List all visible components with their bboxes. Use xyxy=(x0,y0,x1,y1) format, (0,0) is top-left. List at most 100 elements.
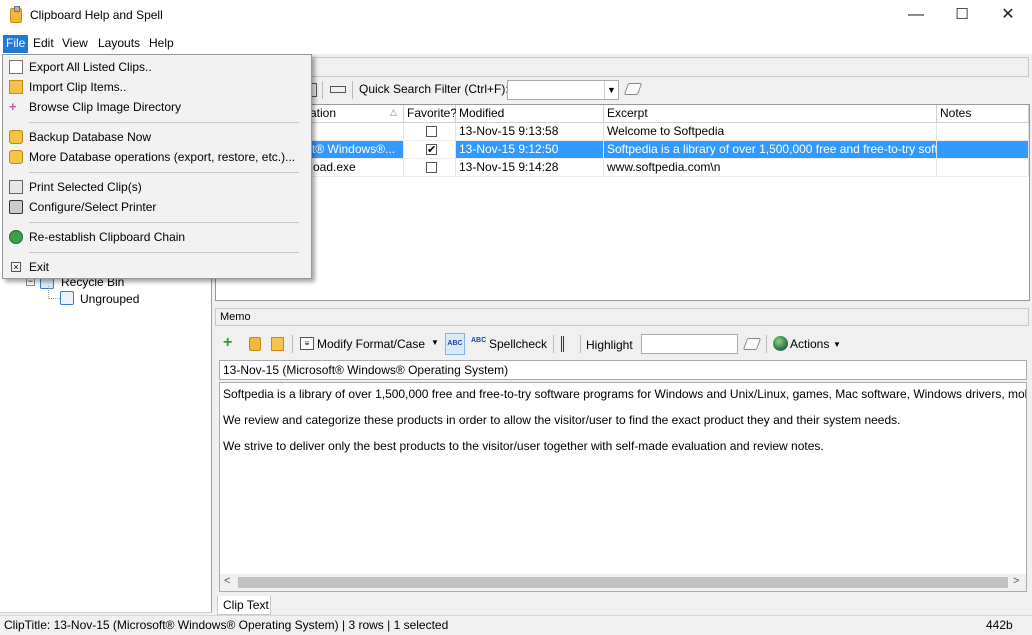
spellcheck-icon: ABC xyxy=(471,337,487,344)
exit-icon: × xyxy=(11,262,21,272)
spellcheck-as-you-type-toggle[interactable]: ABC xyxy=(445,333,465,355)
file-dropdown-menu: Export All Listed Clips.. Import Clip It… xyxy=(2,54,312,279)
memo-line: Softpedia is a library of over 1,500,000… xyxy=(223,387,1026,401)
menu-item-backup[interactable]: Backup Database Now xyxy=(3,127,311,147)
menu-item-label: Configure/Select Printer xyxy=(29,200,157,214)
clip-title-field[interactable]: 13-Nov-15 (Microsoft® Windows® Operating… xyxy=(219,360,1027,380)
menu-separator xyxy=(29,222,299,223)
scroll-left-icon[interactable]: < xyxy=(224,575,230,587)
import-icon xyxy=(9,80,23,94)
column-header-excerpt[interactable]: Excerpt xyxy=(604,105,937,123)
menu-item-import[interactable]: Import Clip Items.. xyxy=(3,77,311,97)
copy-to-clipboard-icon[interactable] xyxy=(271,337,284,351)
table-row-cell-excerpt[interactable]: Welcome to Softpedia xyxy=(604,123,937,141)
favorite-checkbox-checked[interactable] xyxy=(426,144,437,155)
maximize-button[interactable]: ☐ xyxy=(939,0,985,32)
menu-item-more-database[interactable]: More Database operations (export, restor… xyxy=(3,147,311,167)
menu-item-reestablish-chain[interactable]: Re-establish Clipboard Chain xyxy=(3,227,311,247)
table-row-cell-notes[interactable] xyxy=(937,123,1029,141)
toolbar-separator xyxy=(766,335,767,353)
globe-icon xyxy=(773,336,788,351)
favorite-checkbox[interactable] xyxy=(426,126,437,137)
clear-icon[interactable] xyxy=(330,86,346,93)
toolbar-separator xyxy=(292,335,293,353)
status-size: 442b xyxy=(986,618,1013,632)
format-icon[interactable]: ≡ xyxy=(300,337,314,350)
table-row-cell-excerpt[interactable]: www.softpedia.com\n xyxy=(604,159,937,177)
menu-item-label: Backup Database Now xyxy=(29,130,152,144)
menu-item-label: Browse Clip Image Directory xyxy=(29,100,182,114)
menu-separator xyxy=(29,252,299,253)
menu-item-browse-images[interactable]: + Browse Clip Image Directory xyxy=(3,97,311,117)
menu-file[interactable]: File xyxy=(3,35,29,53)
minimize-button[interactable]: — xyxy=(893,0,939,32)
column-header-notes[interactable]: Notes xyxy=(937,105,1029,123)
menu-edit[interactable]: Edit xyxy=(30,35,57,53)
table-row-cell-notes[interactable] xyxy=(937,159,1029,177)
close-button[interactable]: ✕ xyxy=(985,0,1031,32)
menu-help[interactable]: Help xyxy=(146,35,177,53)
actions-button[interactable]: Actions xyxy=(790,333,829,355)
table-row-cell-modified[interactable]: 13-Nov-15 9:12:50 xyxy=(456,141,604,159)
highlight-label: Highlight xyxy=(586,338,633,352)
refresh-chain-icon xyxy=(9,230,23,244)
window-title: Clipboard Help and Spell xyxy=(30,8,163,22)
toolbar-separator xyxy=(553,335,554,353)
table-row-cell-modified[interactable]: 13-Nov-15 9:13:58 xyxy=(456,123,604,141)
table-row-cell-favorite[interactable] xyxy=(404,123,456,141)
chevron-down-icon[interactable]: ▼ xyxy=(833,340,841,349)
table-row-cell-favorite[interactable] xyxy=(404,159,456,177)
memo-line: We strive to deliver only the best produ… xyxy=(223,439,824,453)
menu-separator xyxy=(29,122,299,123)
scrollbar-thumb[interactable] xyxy=(238,577,1008,588)
menu-view[interactable]: View xyxy=(59,35,91,53)
menu-item-configure-printer[interactable]: Configure/Select Printer xyxy=(3,197,311,217)
menu-item-label: Export All Listed Clips.. xyxy=(29,60,152,74)
table-row-cell-favorite[interactable] xyxy=(404,141,456,159)
print-preview-icon xyxy=(9,180,23,194)
tree-item-ungrouped[interactable]: Ungrouped xyxy=(80,292,139,306)
line-spacing-icon[interactable] xyxy=(561,336,575,352)
menu-item-label: Re-establish Clipboard Chain xyxy=(29,230,186,244)
paste-icon[interactable] xyxy=(249,337,261,351)
chevron-down-icon[interactable]: ▼ xyxy=(431,338,439,347)
toolbar-separator xyxy=(352,81,353,99)
column-header-favorite[interactable]: Favorite? xyxy=(404,105,457,123)
favorite-checkbox[interactable] xyxy=(426,162,437,173)
menu-item-exit[interactable]: × Exit xyxy=(3,257,311,277)
column-header-modified[interactable]: Modified xyxy=(456,105,604,123)
tab-clip-text[interactable]: Clip Text xyxy=(217,596,271,615)
clip-text-editor[interactable]: Softpedia is a library of over 1,500,000… xyxy=(219,382,1027,592)
menu-item-export-all[interactable]: Export All Listed Clips.. xyxy=(3,57,311,77)
status-text: ClipTitle: 13-Nov-15 (Microsoft® Windows… xyxy=(4,618,449,632)
search-label: Quick Search Filter (Ctrl+F): xyxy=(359,82,509,96)
status-bar: ClipTitle: 13-Nov-15 (Microsoft® Windows… xyxy=(0,615,1032,635)
tree-connector xyxy=(48,298,60,299)
menu-separator xyxy=(29,172,299,173)
menu-item-label: Print Selected Clip(s) xyxy=(29,180,142,194)
database-icon xyxy=(9,130,23,144)
add-clip-icon[interactable]: + xyxy=(223,335,237,351)
spellcheck-button[interactable]: Spellcheck xyxy=(489,333,547,355)
database-icon xyxy=(9,150,23,164)
clip-list-grid[interactable]: ation △ Favorite? Modified Excerpt Notes… xyxy=(215,104,1030,301)
menu-item-label: Exit xyxy=(29,260,50,274)
quick-search-input[interactable] xyxy=(507,80,619,100)
table-row-cell-notes[interactable] xyxy=(937,141,1029,159)
menu-layouts[interactable]: Layouts xyxy=(95,35,143,53)
toolbar-separator xyxy=(322,81,323,99)
printer-icon xyxy=(9,200,23,214)
menu-item-label: More Database operations (export, restor… xyxy=(29,150,296,164)
clip-list-header-strip xyxy=(215,57,1029,77)
table-row-cell-excerpt[interactable]: Softpedia is a library of over 1,500,000… xyxy=(604,141,937,159)
memo-line: We review and categorize these products … xyxy=(223,413,901,427)
highlight-input[interactable] xyxy=(641,334,738,354)
export-icon xyxy=(9,60,23,74)
menu-item-label: Import Clip Items.. xyxy=(29,80,127,94)
chevron-down-icon[interactable]: ▼ xyxy=(604,81,618,99)
toolbar-separator xyxy=(580,335,581,353)
modify-format-button[interactable]: Modify Format/Case xyxy=(317,333,425,355)
scroll-right-icon[interactable]: > xyxy=(1013,575,1019,587)
menu-item-print-selected[interactable]: Print Selected Clip(s) xyxy=(3,177,311,197)
table-row-cell-modified[interactable]: 13-Nov-15 9:14:28 xyxy=(456,159,604,177)
